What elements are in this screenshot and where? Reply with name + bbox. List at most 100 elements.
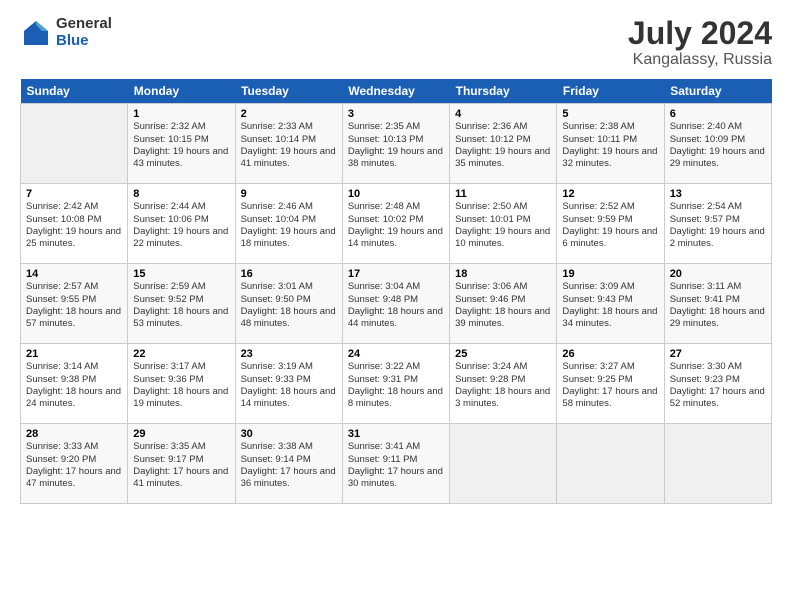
header-wednesday: Wednesday: [342, 79, 449, 104]
day-number: 4: [455, 108, 551, 120]
calendar-table: Sunday Monday Tuesday Wednesday Thursday…: [20, 79, 772, 504]
page: General Blue July 2024 Kangalassy, Russi…: [0, 0, 792, 612]
day-number: 2: [241, 108, 337, 120]
day-info: Sunrise: 3:04 AM Sunset: 9:48 PM Dayligh…: [348, 281, 444, 330]
day-info: Sunrise: 3:33 AM Sunset: 9:20 PM Dayligh…: [26, 441, 122, 490]
calendar-cell: 19Sunrise: 3:09 AM Sunset: 9:43 PM Dayli…: [557, 264, 664, 344]
day-info: Sunrise: 3:41 AM Sunset: 9:11 PM Dayligh…: [348, 441, 444, 490]
day-info: Sunrise: 3:19 AM Sunset: 9:33 PM Dayligh…: [241, 361, 337, 410]
day-info: Sunrise: 2:54 AM Sunset: 9:57 PM Dayligh…: [670, 201, 766, 250]
calendar-cell: 4Sunrise: 2:36 AM Sunset: 10:12 PM Dayli…: [450, 104, 557, 184]
calendar-week-4: 21Sunrise: 3:14 AM Sunset: 9:38 PM Dayli…: [21, 344, 772, 424]
day-info: Sunrise: 2:50 AM Sunset: 10:01 PM Daylig…: [455, 201, 551, 250]
calendar-cell: 23Sunrise: 3:19 AM Sunset: 9:33 PM Dayli…: [235, 344, 342, 424]
calendar-week-3: 14Sunrise: 2:57 AM Sunset: 9:55 PM Dayli…: [21, 264, 772, 344]
day-info: Sunrise: 2:33 AM Sunset: 10:14 PM Daylig…: [241, 121, 337, 170]
day-number: 19: [562, 268, 658, 280]
day-number: 28: [26, 428, 122, 440]
logo-text: General Blue: [56, 16, 112, 49]
header: General Blue July 2024 Kangalassy, Russi…: [20, 16, 772, 69]
day-number: 12: [562, 188, 658, 200]
calendar-cell: [21, 104, 128, 184]
day-number: 22: [133, 348, 229, 360]
calendar-cell: 7Sunrise: 2:42 AM Sunset: 10:08 PM Dayli…: [21, 184, 128, 264]
calendar-cell: 22Sunrise: 3:17 AM Sunset: 9:36 PM Dayli…: [128, 344, 235, 424]
day-info: Sunrise: 2:40 AM Sunset: 10:09 PM Daylig…: [670, 121, 766, 170]
day-info: Sunrise: 2:57 AM Sunset: 9:55 PM Dayligh…: [26, 281, 122, 330]
calendar-cell: 12Sunrise: 2:52 AM Sunset: 9:59 PM Dayli…: [557, 184, 664, 264]
calendar-cell: 10Sunrise: 2:48 AM Sunset: 10:02 PM Dayl…: [342, 184, 449, 264]
calendar-cell: [450, 424, 557, 504]
calendar-header-row: Sunday Monday Tuesday Wednesday Thursday…: [21, 79, 772, 104]
calendar-cell: 29Sunrise: 3:35 AM Sunset: 9:17 PM Dayli…: [128, 424, 235, 504]
calendar-cell: 6Sunrise: 2:40 AM Sunset: 10:09 PM Dayli…: [664, 104, 771, 184]
day-number: 27: [670, 348, 766, 360]
day-number: 21: [26, 348, 122, 360]
header-monday: Monday: [128, 79, 235, 104]
calendar-cell: 15Sunrise: 2:59 AM Sunset: 9:52 PM Dayli…: [128, 264, 235, 344]
calendar-cell: 2Sunrise: 2:33 AM Sunset: 10:14 PM Dayli…: [235, 104, 342, 184]
day-number: 31: [348, 428, 444, 440]
day-number: 30: [241, 428, 337, 440]
calendar-cell: 28Sunrise: 3:33 AM Sunset: 9:20 PM Dayli…: [21, 424, 128, 504]
header-friday: Friday: [557, 79, 664, 104]
day-info: Sunrise: 2:46 AM Sunset: 10:04 PM Daylig…: [241, 201, 337, 250]
day-info: Sunrise: 3:35 AM Sunset: 9:17 PM Dayligh…: [133, 441, 229, 490]
header-saturday: Saturday: [664, 79, 771, 104]
day-info: Sunrise: 3:06 AM Sunset: 9:46 PM Dayligh…: [455, 281, 551, 330]
month-title: July 2024: [628, 16, 772, 51]
calendar-cell: 18Sunrise: 3:06 AM Sunset: 9:46 PM Dayli…: [450, 264, 557, 344]
calendar-cell: 3Sunrise: 2:35 AM Sunset: 10:13 PM Dayli…: [342, 104, 449, 184]
header-sunday: Sunday: [21, 79, 128, 104]
day-info: Sunrise: 2:35 AM Sunset: 10:13 PM Daylig…: [348, 121, 444, 170]
calendar-cell: 31Sunrise: 3:41 AM Sunset: 9:11 PM Dayli…: [342, 424, 449, 504]
day-info: Sunrise: 2:48 AM Sunset: 10:02 PM Daylig…: [348, 201, 444, 250]
calendar-cell: 5Sunrise: 2:38 AM Sunset: 10:11 PM Dayli…: [557, 104, 664, 184]
calendar-cell: 25Sunrise: 3:24 AM Sunset: 9:28 PM Dayli…: [450, 344, 557, 424]
day-number: 16: [241, 268, 337, 280]
day-number: 7: [26, 188, 122, 200]
day-number: 1: [133, 108, 229, 120]
day-number: 26: [562, 348, 658, 360]
calendar-cell: 11Sunrise: 2:50 AM Sunset: 10:01 PM Dayl…: [450, 184, 557, 264]
day-number: 15: [133, 268, 229, 280]
day-number: 9: [241, 188, 337, 200]
calendar-cell: 8Sunrise: 2:44 AM Sunset: 10:06 PM Dayli…: [128, 184, 235, 264]
logo-blue-text: Blue: [56, 33, 112, 50]
calendar-cell: 20Sunrise: 3:11 AM Sunset: 9:41 PM Dayli…: [664, 264, 771, 344]
day-info: Sunrise: 2:42 AM Sunset: 10:08 PM Daylig…: [26, 201, 122, 250]
calendar-cell: 21Sunrise: 3:14 AM Sunset: 9:38 PM Dayli…: [21, 344, 128, 424]
calendar-cell: 30Sunrise: 3:38 AM Sunset: 9:14 PM Dayli…: [235, 424, 342, 504]
day-number: 5: [562, 108, 658, 120]
day-number: 29: [133, 428, 229, 440]
day-number: 23: [241, 348, 337, 360]
logo-general-text: General: [56, 16, 112, 33]
day-info: Sunrise: 3:11 AM Sunset: 9:41 PM Dayligh…: [670, 281, 766, 330]
day-info: Sunrise: 3:38 AM Sunset: 9:14 PM Dayligh…: [241, 441, 337, 490]
day-info: Sunrise: 3:24 AM Sunset: 9:28 PM Dayligh…: [455, 361, 551, 410]
calendar-week-2: 7Sunrise: 2:42 AM Sunset: 10:08 PM Dayli…: [21, 184, 772, 264]
location: Kangalassy, Russia: [628, 51, 772, 69]
day-info: Sunrise: 3:01 AM Sunset: 9:50 PM Dayligh…: [241, 281, 337, 330]
day-number: 3: [348, 108, 444, 120]
day-number: 14: [26, 268, 122, 280]
calendar-cell: 13Sunrise: 2:54 AM Sunset: 9:57 PM Dayli…: [664, 184, 771, 264]
calendar-cell: 16Sunrise: 3:01 AM Sunset: 9:50 PM Dayli…: [235, 264, 342, 344]
day-number: 20: [670, 268, 766, 280]
day-number: 24: [348, 348, 444, 360]
day-number: 6: [670, 108, 766, 120]
logo-icon: [20, 17, 52, 49]
day-number: 18: [455, 268, 551, 280]
calendar-cell: [557, 424, 664, 504]
day-number: 13: [670, 188, 766, 200]
calendar-cell: 26Sunrise: 3:27 AM Sunset: 9:25 PM Dayli…: [557, 344, 664, 424]
day-info: Sunrise: 3:09 AM Sunset: 9:43 PM Dayligh…: [562, 281, 658, 330]
calendar-cell: 17Sunrise: 3:04 AM Sunset: 9:48 PM Dayli…: [342, 264, 449, 344]
calendar-week-1: 1Sunrise: 2:32 AM Sunset: 10:15 PM Dayli…: [21, 104, 772, 184]
day-number: 11: [455, 188, 551, 200]
header-thursday: Thursday: [450, 79, 557, 104]
calendar-cell: 9Sunrise: 2:46 AM Sunset: 10:04 PM Dayli…: [235, 184, 342, 264]
day-info: Sunrise: 3:30 AM Sunset: 9:23 PM Dayligh…: [670, 361, 766, 410]
day-info: Sunrise: 3:14 AM Sunset: 9:38 PM Dayligh…: [26, 361, 122, 410]
calendar-cell: 24Sunrise: 3:22 AM Sunset: 9:31 PM Dayli…: [342, 344, 449, 424]
